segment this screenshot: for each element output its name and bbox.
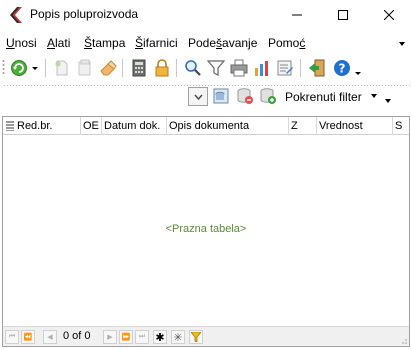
menu-unosi[interactable]: Unosi: [6, 36, 37, 50]
prev-page-icon: ⏪: [23, 334, 33, 341]
menu-stampa[interactable]: Štampa: [84, 36, 125, 50]
filter-icon[interactable]: [207, 59, 225, 77]
record-navigator: ⏮ ⏪ ◀ 0 of 0 ▶ ⏩ ⏭ ✱ ✳: [3, 326, 409, 346]
last-page-button[interactable]: ⏭: [135, 330, 149, 344]
next-record-icon: ▶: [107, 334, 113, 341]
db-save-icon[interactable]: [212, 87, 230, 105]
record-position: 0 of 0: [63, 330, 91, 342]
maximize-icon: [338, 10, 348, 20]
last-page-icon: ⏭: [138, 333, 146, 340]
main-toolbar: ?: [0, 55, 412, 81]
run-filter-button[interactable]: Pokrenuti filter: [285, 90, 362, 104]
column-header-s[interactable]: S: [393, 117, 409, 135]
toolbar-separator: [176, 59, 177, 77]
help-dropdown-icon[interactable]: [353, 59, 363, 77]
nav-filter-button[interactable]: [189, 330, 203, 344]
asterisk-icon: ✱: [155, 331, 165, 344]
column-header-z[interactable]: Z: [289, 117, 317, 135]
grid-header: Red.br. OE Datum dok. Opis dokumenta Z V…: [3, 117, 409, 135]
next-page-icon: ⏩: [121, 334, 131, 341]
insert-record-button[interactable]: ✱: [153, 330, 167, 344]
asterisk-icon: ✳: [173, 331, 183, 344]
calculator-icon[interactable]: [130, 59, 148, 77]
close-icon: [384, 10, 394, 20]
lock-icon[interactable]: [153, 59, 171, 77]
copy-icon[interactable]: [76, 59, 94, 77]
prev-record-icon: ◀: [47, 334, 53, 341]
svg-text:?: ?: [339, 62, 346, 76]
minimize-icon: [292, 14, 302, 16]
new-doc-icon[interactable]: [53, 59, 71, 77]
menu-sifarnici[interactable]: Šifarnici: [135, 36, 178, 50]
db-add-icon[interactable]: [259, 87, 277, 105]
next-page-button[interactable]: ⏩: [119, 330, 133, 344]
menu-overflow-icon[interactable]: [398, 40, 406, 48]
column-chooser-icon[interactable]: [6, 121, 14, 131]
column-header-red-br[interactable]: Red.br.: [15, 117, 81, 135]
filter-toolbar: Pokrenuti filter: [0, 84, 412, 110]
maximize-button[interactable]: [320, 0, 366, 30]
refresh-icon[interactable]: [10, 59, 28, 77]
toolbar-separator: [122, 59, 123, 77]
data-grid[interactable]: Red.br. OE Datum dok. Opis dokumenta Z V…: [2, 116, 410, 347]
menu-pomoc[interactable]: Pomoć: [268, 36, 305, 50]
resize-grip-icon[interactable]: [398, 335, 408, 345]
app-icon: [10, 7, 22, 23]
column-header-vrednost[interactable]: Vrednost: [317, 117, 393, 135]
filter-combo-dropdown[interactable]: [188, 87, 208, 106]
db-remove-icon[interactable]: [236, 87, 254, 105]
search-icon[interactable]: [184, 59, 202, 77]
menu-podesavanje[interactable]: Podešavanje: [188, 36, 257, 50]
toolbar-overflow-icon[interactable]: [384, 98, 392, 104]
menu-bar: Unosi Alati Štampa Šifarnici Podešavanje…: [0, 32, 412, 54]
eraser-icon[interactable]: [99, 59, 117, 77]
print-icon[interactable]: [230, 59, 248, 77]
minimize-button[interactable]: [274, 0, 320, 30]
empty-table-message: <Prazna tabela>: [165, 223, 247, 235]
help-icon[interactable]: ?: [333, 59, 351, 77]
edit-icon[interactable]: [276, 59, 294, 77]
window-title: Popis poluproizvoda: [30, 7, 139, 21]
column-header-oe[interactable]: OE: [81, 117, 102, 135]
column-header-datum[interactable]: Datum dok.: [102, 117, 167, 135]
filter-dropdown-icon[interactable]: [370, 93, 378, 99]
toolbar-separator: [45, 59, 46, 77]
prev-record-button[interactable]: ◀: [43, 330, 57, 344]
first-page-icon: ⏮: [8, 333, 16, 340]
menu-alati[interactable]: Alati: [47, 36, 70, 50]
exit-icon[interactable]: [308, 59, 326, 77]
refresh-dropdown-icon[interactable]: [30, 59, 40, 77]
prev-page-button[interactable]: ⏪: [21, 330, 35, 344]
filter-icon: [191, 332, 201, 342]
first-page-button[interactable]: ⏮: [5, 330, 19, 344]
next-record-button[interactable]: ▶: [103, 330, 117, 344]
toolbar-separator: [300, 59, 301, 77]
close-button[interactable]: [366, 0, 412, 30]
chevron-down-icon: [193, 94, 203, 100]
toolbar-grip-icon[interactable]: [2, 59, 5, 77]
column-header-opis[interactable]: Opis dokumenta: [167, 117, 289, 135]
chart-icon[interactable]: [253, 59, 271, 77]
title-bar: Popis poluproizvoda: [0, 0, 412, 30]
edit-record-button[interactable]: ✳: [171, 330, 185, 344]
